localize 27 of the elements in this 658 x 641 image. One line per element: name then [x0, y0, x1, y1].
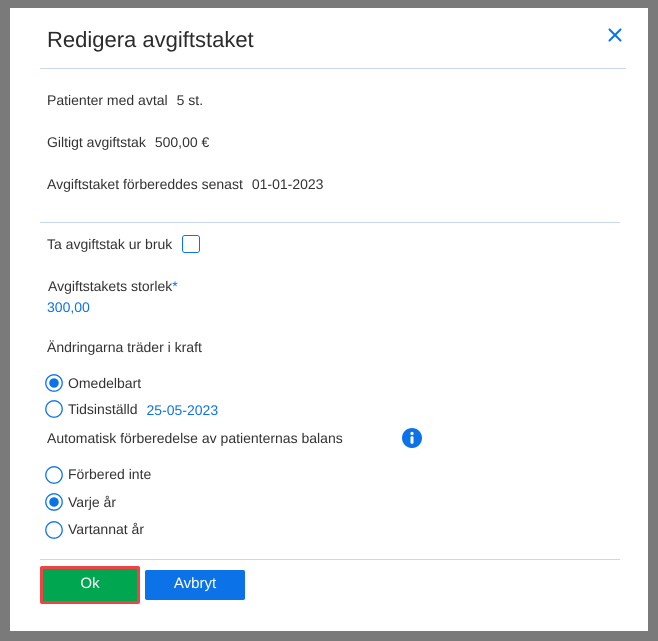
radio-icon[interactable]: [45, 520, 63, 539]
required-mark: *: [172, 276, 178, 296]
radio-icon[interactable]: [45, 374, 63, 392]
radio-label[interactable]: Förbered inte: [68, 464, 152, 486]
checkbox[interactable]: [182, 235, 200, 253]
info-label: Giltigt avgiftstak: [47, 132, 146, 152]
info-icon[interactable]: [402, 428, 422, 448]
amount-field[interactable]: 300,00: [47, 296, 90, 318]
info-value: 500,00 €: [154, 132, 210, 152]
info-value: 01-01-2023: [252, 174, 324, 194]
checkbox-label: Ta avgiftstak ur bruk: [47, 234, 172, 254]
info-label: Patienter med avtal: [47, 90, 168, 110]
radio-icon[interactable]: [45, 493, 63, 512]
cancel-button[interactable]: Avbryt: [145, 570, 245, 600]
radio-label[interactable]: Varje år: [68, 492, 116, 513]
radio-label[interactable]: Vartannat år: [68, 519, 144, 540]
radio-icon[interactable]: [45, 400, 63, 418]
date-field[interactable]: 25-05-2023: [146, 400, 218, 421]
info-value: 5 st.: [176, 90, 204, 110]
radio-icon[interactable]: [45, 466, 63, 484]
radio-label[interactable]: Tidsinställd: [68, 398, 138, 420]
field-label: Avgiftstakets storlek: [48, 276, 172, 296]
dialog-title: Redigera avgiftstaket: [47, 29, 254, 51]
radio-label[interactable]: Omedelbart: [68, 372, 142, 394]
section-label: Ändringarna träder i kraft: [47, 338, 202, 357]
section-label: Automatisk förberedelse av patienternas balans: [47, 428, 344, 448]
info-label: Avgiftstaket förbereddes senast: [47, 174, 243, 194]
